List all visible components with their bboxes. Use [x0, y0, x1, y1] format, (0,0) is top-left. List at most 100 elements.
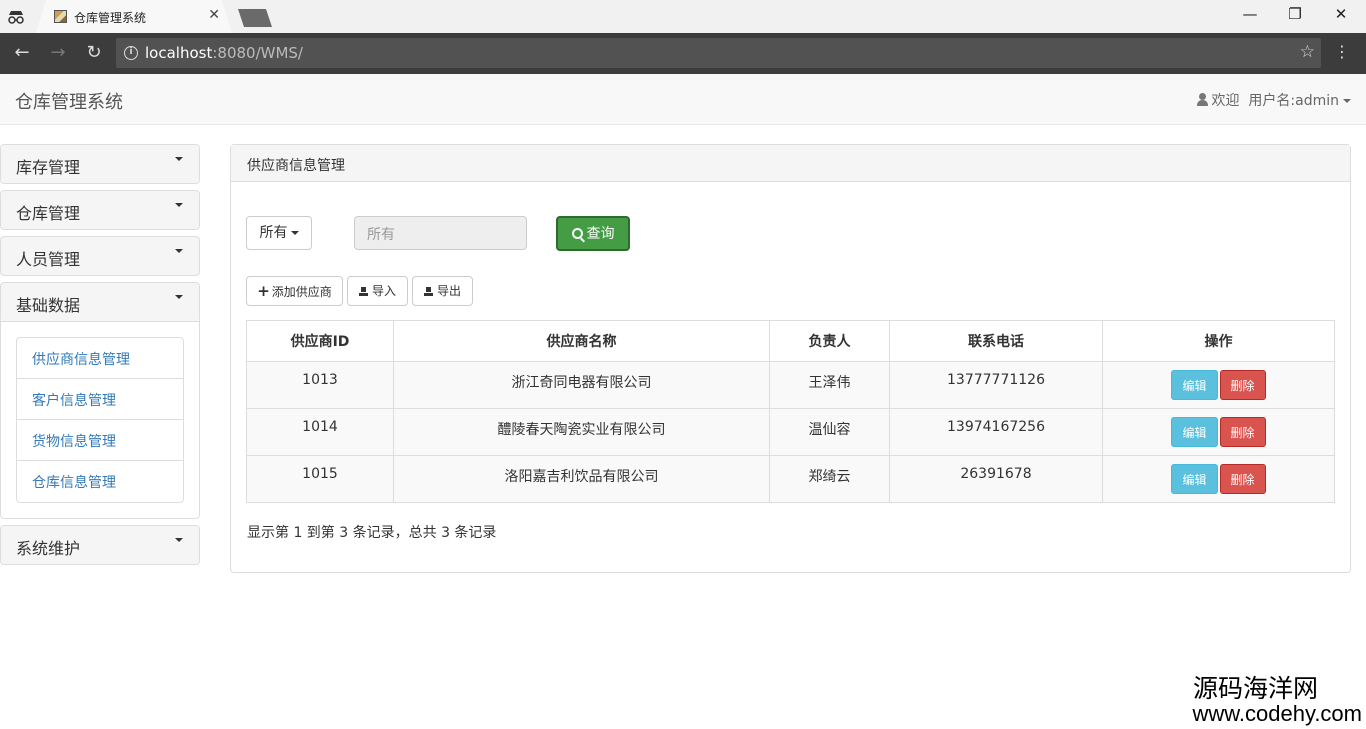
sidebar: 库存管理 仓库管理 人员管理 基础数据 供应商信息管理 客户信息管理 货物信息管…	[0, 144, 200, 571]
delete-button[interactable]: 删除	[1219, 370, 1266, 400]
user-icon	[1196, 93, 1208, 106]
user-menu[interactable]: 欢迎 用户名:admin	[1196, 90, 1351, 110]
edit-button[interactable]: 编辑	[1171, 417, 1218, 447]
add-supplier-button[interactable]: + 添加供应商	[246, 276, 343, 306]
window-close-button[interactable]: ✕	[1318, 5, 1364, 23]
cell-name: 洛阳嘉吉利饮品有限公司	[393, 455, 770, 503]
submenu-item-goods[interactable]: 货物信息管理	[17, 420, 183, 461]
column-header: 操作	[1102, 320, 1335, 362]
cell-id: 1013	[246, 361, 394, 409]
welcome-text: 欢迎	[1211, 93, 1240, 109]
chevron-down-icon	[175, 249, 183, 253]
sidebar-section-system[interactable]: 系统维护	[1, 526, 199, 564]
back-arrow-icon[interactable]: ←	[11, 42, 33, 63]
edit-button[interactable]: 编辑	[1171, 464, 1218, 494]
sidebar-section: 库存管理	[0, 144, 200, 184]
forward-arrow-icon[interactable]: →	[47, 42, 69, 63]
column-header[interactable]: 负责人	[769, 320, 890, 362]
cell-person: 王泽伟	[769, 361, 890, 409]
sidebar-section-label: 基础数据	[16, 296, 81, 315]
search-icon	[571, 228, 583, 239]
plus-icon: +	[257, 282, 270, 300]
cell-person: 温仙容	[769, 408, 890, 456]
delete-button[interactable]: 删除	[1219, 464, 1266, 494]
import-button[interactable]: 导入	[347, 276, 408, 306]
supplier-table: 供应商ID 供应商名称 负责人 联系电话 操作 1013 浙江奇同电器有限公司 …	[246, 320, 1335, 503]
sidebar-section-warehouse[interactable]: 仓库管理	[1, 191, 199, 229]
cell-phone: 26391678	[889, 455, 1103, 503]
browser-menu-icon[interactable]: ⋮	[1334, 42, 1350, 61]
sidebar-section-label: 系统维护	[16, 539, 81, 558]
sidebar-section-label: 仓库管理	[16, 204, 81, 223]
submenu-item-repository[interactable]: 仓库信息管理	[17, 461, 183, 502]
add-label: 添加供应商	[271, 285, 332, 299]
reload-icon[interactable]: ↻	[83, 42, 105, 63]
sidebar-section-personnel[interactable]: 人员管理	[1, 237, 199, 275]
query-label: 查询	[586, 226, 615, 242]
sidebar-section-inventory[interactable]: 库存管理	[1, 145, 199, 183]
export-label: 导出	[436, 284, 461, 298]
submenu-item-supplier[interactable]: 供应商信息管理	[17, 338, 183, 379]
edit-button[interactable]: 编辑	[1171, 370, 1218, 400]
browser-titlebar: 仓库管理系统 ✕ — ❐ ✕	[0, 0, 1366, 33]
sidebar-section: 基础数据 供应商信息管理 客户信息管理 货物信息管理 仓库信息管理	[0, 282, 200, 519]
cell-name: 醴陵春天陶瓷实业有限公司	[393, 408, 770, 456]
url-path: :8080/WMS/	[212, 44, 303, 62]
minimize-button[interactable]: —	[1227, 5, 1273, 23]
sidebar-section-label: 人员管理	[16, 250, 81, 269]
browser-toolbar: ← → ↻ i localhost:8080/WMS/ ☆ ⋮	[0, 33, 1366, 74]
filter-dropdown[interactable]: 所有	[246, 216, 312, 250]
column-header[interactable]: 供应商名称	[393, 320, 770, 362]
sidebar-submenu: 供应商信息管理 客户信息管理 货物信息管理 仓库信息管理	[1, 321, 199, 518]
username-text: 用户名:admin	[1248, 93, 1339, 109]
search-input[interactable]: 所有	[354, 216, 527, 250]
table-row[interactable]: 1013 浙江奇同电器有限公司 王泽伟 13777771126 编辑 删除	[246, 361, 1335, 409]
column-header[interactable]: 供应商ID	[246, 320, 394, 362]
app-brand[interactable]: 仓库管理系统	[15, 88, 123, 114]
delete-button[interactable]: 删除	[1219, 417, 1266, 447]
tab-title: 仓库管理系统	[74, 11, 147, 25]
export-button[interactable]: 导出	[412, 276, 473, 306]
tab-close-icon[interactable]: ✕	[208, 7, 220, 23]
sidebar-section-label: 库存管理	[16, 158, 81, 177]
watermark-line1: 源码海洋网	[1192, 674, 1318, 703]
favicon-icon	[54, 10, 67, 23]
pagination-info: 显示第 1 到第 3 条记录，总共 3 条记录	[247, 525, 497, 541]
app-navbar: 仓库管理系统 欢迎 用户名:admin	[0, 74, 1366, 125]
sidebar-section: 人员管理	[0, 236, 200, 276]
url-bar[interactable]: i localhost:8080/WMS/ ☆	[116, 38, 1321, 68]
chevron-down-icon	[290, 231, 299, 235]
cell-id: 1015	[246, 455, 394, 503]
cell-name: 浙江奇同电器有限公司	[393, 361, 770, 409]
chevron-down-icon	[175, 203, 183, 207]
chevron-down-icon	[175, 538, 183, 542]
chevron-down-icon	[1343, 99, 1351, 103]
table-row[interactable]: 1014 醴陵春天陶瓷实业有限公司 温仙容 13974167256 编辑 删除	[246, 408, 1335, 456]
main-panel: 供应商信息管理 所有 所有 查询 + 添加供应商 导入 导出 供应商ID 供应商名…	[230, 144, 1351, 573]
cell-actions: 编辑 删除	[1102, 455, 1335, 503]
sidebar-section-basic-data[interactable]: 基础数据	[1, 283, 199, 321]
watermark: 源码海洋网 www.codehy.com	[1192, 676, 1362, 726]
import-icon	[358, 287, 368, 296]
submenu-list: 供应商信息管理 客户信息管理 货物信息管理 仓库信息管理	[16, 337, 184, 503]
cell-phone: 13777771126	[889, 361, 1103, 409]
browser-tab[interactable]: 仓库管理系统 ✕	[36, 0, 232, 33]
filter-label: 所有	[259, 225, 288, 241]
sidebar-section: 系统维护	[0, 525, 200, 565]
watermark-line2: www.codehy.com	[1192, 701, 1362, 726]
url-host: localhost	[145, 44, 213, 62]
sidebar-section: 仓库管理	[0, 190, 200, 230]
query-button[interactable]: 查询	[556, 216, 630, 251]
cell-actions: 编辑 删除	[1102, 408, 1335, 456]
url-text: localhost:8080/WMS/	[145, 44, 303, 62]
table-row[interactable]: 1015 洛阳嘉吉利饮品有限公司 郑绮云 26391678 编辑 删除	[246, 455, 1335, 503]
info-icon[interactable]: i	[124, 46, 138, 60]
submenu-item-customer[interactable]: 客户信息管理	[17, 379, 183, 420]
export-icon	[423, 287, 433, 296]
import-label: 导入	[371, 284, 396, 298]
bookmark-star-icon[interactable]: ☆	[1300, 42, 1315, 62]
column-header[interactable]: 联系电话	[889, 320, 1103, 362]
restore-button[interactable]: ❐	[1272, 5, 1318, 23]
new-tab-button[interactable]	[238, 9, 272, 27]
table-header-row: 供应商ID 供应商名称 负责人 联系电话 操作	[246, 320, 1335, 362]
